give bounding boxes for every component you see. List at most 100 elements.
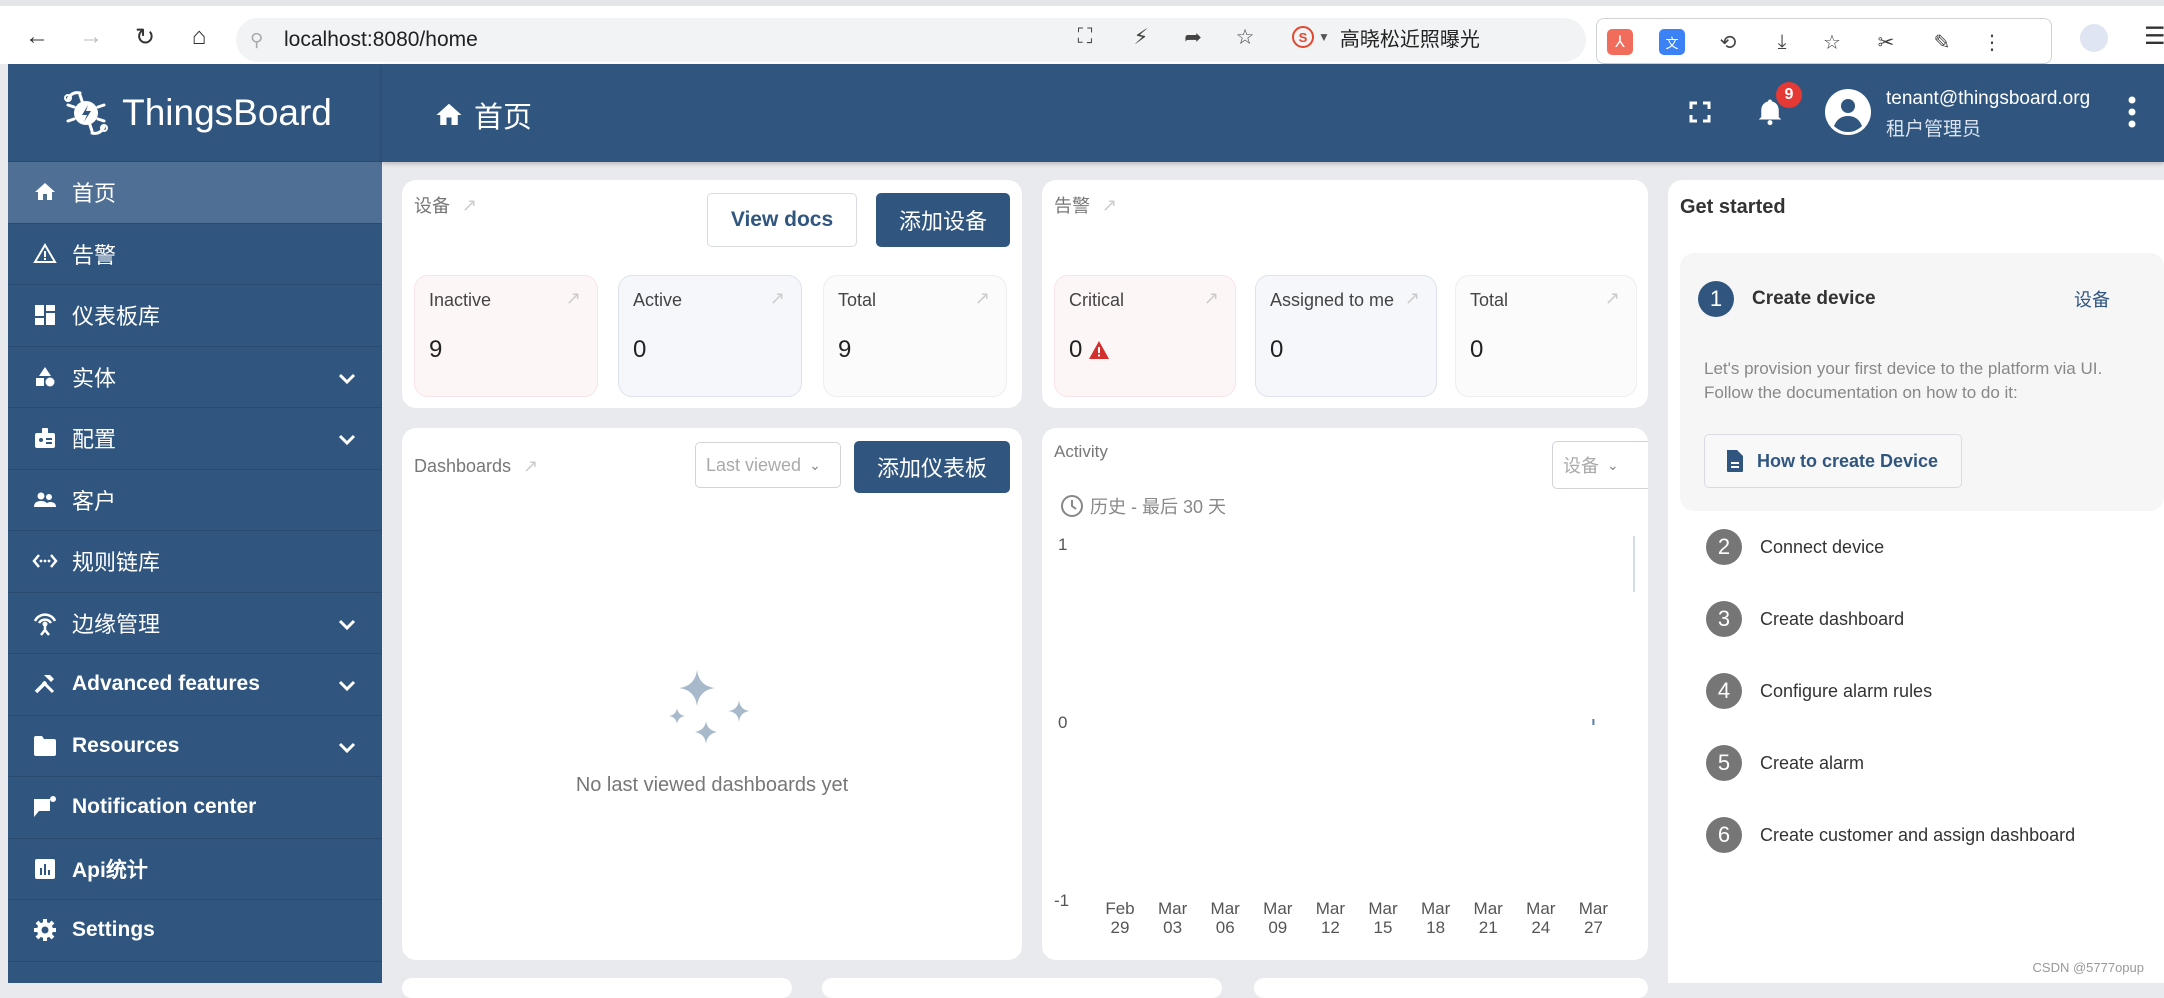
arrow-outward-icon: ↗ bbox=[770, 288, 785, 309]
step-1[interactable]: 1 Create device bbox=[1698, 281, 1876, 317]
url-text[interactable]: localhost:8080/home bbox=[284, 28, 478, 52]
add-device-button[interactable]: 添加设备 bbox=[876, 193, 1010, 247]
share-icon[interactable]: ➦ bbox=[1176, 20, 1210, 54]
translate-ext-icon[interactable]: 文 bbox=[1659, 29, 1685, 55]
page-title: 首页 bbox=[434, 94, 532, 136]
bottom-card-3 bbox=[1254, 978, 1648, 998]
sidebar-item-advanced-features[interactable]: Advanced features bbox=[8, 654, 382, 716]
sidebar-item-label: 实体 bbox=[72, 361, 116, 393]
user-info[interactable]: tenant@thingsboard.org 租户管理员 bbox=[1886, 88, 2090, 141]
home-icon[interactable]: ⌂ bbox=[184, 22, 214, 52]
bolt-icon[interactable]: ⚡ bbox=[1124, 20, 1158, 54]
add-dashboard-button[interactable]: 添加仪表板 bbox=[854, 441, 1010, 493]
sidebar-item-label: 规则链库 bbox=[72, 545, 160, 577]
sidebar-item-customers[interactable]: 客户 bbox=[8, 470, 382, 532]
chevron-down-icon[interactable] bbox=[336, 367, 358, 389]
x-tick-label: Feb29 bbox=[1105, 899, 1134, 937]
device-stat-inactive[interactable]: Inactive↗ 9 bbox=[414, 275, 598, 397]
alarm-stat-total[interactable]: Total↗ 0 bbox=[1455, 275, 1637, 397]
sidebar-item-notification-center[interactable]: Notification center bbox=[8, 777, 382, 839]
alarm-stat-critical[interactable]: Critical↗ 0 bbox=[1054, 275, 1236, 397]
sidebar-item-dashboards[interactable]: 仪表板库 bbox=[8, 285, 382, 347]
sign-icon[interactable]: ✎ bbox=[1927, 27, 1957, 57]
bookmark-add-icon[interactable]: ☆ bbox=[1228, 20, 1262, 54]
bottom-card-2 bbox=[822, 978, 1222, 998]
step-3[interactable]: 3Create dashboard bbox=[1706, 601, 1904, 637]
chevron-down-icon: ⌄ bbox=[809, 457, 821, 474]
analytics-icon bbox=[32, 856, 58, 882]
open-in-new-icon: ↗ bbox=[1102, 195, 1117, 216]
sidebar-item-alarms[interactable]: 告警 bbox=[8, 224, 382, 286]
download-icon[interactable]: ⤓ bbox=[1767, 27, 1797, 57]
profile-avatar[interactable] bbox=[2080, 24, 2108, 52]
view-docs-button[interactable]: View docs bbox=[707, 193, 857, 247]
x-tick-label: Mar27 bbox=[1579, 899, 1609, 937]
user-avatar-icon[interactable] bbox=[1824, 88, 1872, 136]
x-tick-label: Mar12 bbox=[1316, 899, 1346, 937]
star-icon[interactable]: ☆ bbox=[1817, 27, 1847, 57]
alarm-stat-assigned[interactable]: Assigned to me↗ 0 bbox=[1255, 275, 1437, 397]
step-5[interactable]: 5Create alarm bbox=[1706, 745, 1864, 781]
y-tick-label: 1 bbox=[1058, 535, 1067, 554]
activity-chart: 10-1Feb29Mar03Mar06Mar09Mar12Mar15Mar18M… bbox=[1042, 528, 1648, 958]
sidebar-item-edge-management[interactable]: 边缘管理 bbox=[8, 593, 382, 655]
suggestion-text: 高晓松近照曝光 bbox=[1340, 23, 1480, 52]
data-point bbox=[1382, 719, 1384, 725]
home-icon bbox=[434, 100, 464, 130]
search-suggestion[interactable]: S ▼ 高晓松近照曝光 bbox=[1292, 20, 1480, 54]
more-icon[interactable]: ⋮ bbox=[1977, 27, 2007, 57]
more-vert-icon[interactable] bbox=[2122, 92, 2142, 132]
scissors-icon[interactable]: ✂ bbox=[1871, 27, 1901, 57]
data-point bbox=[1329, 719, 1331, 725]
data-point bbox=[1172, 719, 1174, 725]
alarms-card: 告警↗ Critical↗ 0 Assigned to me↗ 0 Total↗… bbox=[1042, 180, 1648, 408]
fullscreen-icon bbox=[1688, 100, 1712, 124]
menu-icon[interactable]: ☰ bbox=[2144, 22, 2164, 51]
sidebar-item-resources[interactable]: Resources bbox=[8, 716, 382, 778]
timewindow-button[interactable]: 历史 - 最后 30 天 bbox=[1060, 493, 1226, 519]
history-icon[interactable]: ⟲ bbox=[1713, 27, 1743, 57]
sidebar-item-label: Notification center bbox=[72, 795, 256, 819]
data-point bbox=[1435, 719, 1437, 725]
step-2[interactable]: 2Connect device bbox=[1706, 529, 1884, 565]
sidebar-item-entities[interactable]: 实体 bbox=[8, 347, 382, 409]
app-header: 首页 9 tenant@thingsboard.org 租户管理员 bbox=[382, 64, 2164, 162]
brand-logo[interactable]: ThingsBoard bbox=[8, 64, 382, 162]
data-point bbox=[1224, 719, 1226, 725]
forward-icon[interactable]: → bbox=[76, 22, 106, 52]
chat-notification-icon bbox=[32, 794, 58, 820]
data-point bbox=[1592, 719, 1594, 725]
step-6[interactable]: 6Create customer and assign dashboard bbox=[1706, 817, 2075, 853]
activity-entity-select[interactable]: 设备⌄ bbox=[1552, 441, 1648, 489]
devices-card-title[interactable]: 设备↗ bbox=[414, 192, 477, 218]
chevron-down-icon[interactable] bbox=[336, 674, 358, 696]
shapes-icon bbox=[32, 364, 58, 390]
sidebar-item-label: Settings bbox=[72, 918, 155, 942]
thingsboard-logo-icon bbox=[58, 85, 114, 141]
x-tick-label: Mar15 bbox=[1368, 899, 1398, 937]
chevron-down-icon[interactable] bbox=[336, 613, 358, 635]
reload-icon[interactable]: ↻ bbox=[130, 22, 160, 52]
dashboards-card: Dashboards↗ Last viewed⌄ 添加仪表板 No last v… bbox=[402, 428, 1022, 960]
device-stat-active[interactable]: Active↗ 0 bbox=[618, 275, 802, 397]
step-4[interactable]: 4Configure alarm rules bbox=[1706, 673, 1932, 709]
pdf-icon[interactable]: ⅄ bbox=[1607, 29, 1633, 55]
router-icon bbox=[32, 610, 58, 636]
how-to-create-device-button[interactable]: How to create Device bbox=[1704, 434, 1962, 488]
device-stat-total[interactable]: Total↗ 9 bbox=[823, 275, 1007, 397]
sidebar-item-settings[interactable]: Settings bbox=[8, 900, 382, 962]
alarms-card-title[interactable]: 告警↗ bbox=[1054, 192, 1117, 218]
sidebar-item-api-usage[interactable]: Api统计 bbox=[8, 839, 382, 901]
fullscreen-button[interactable] bbox=[1682, 94, 1718, 130]
back-icon[interactable]: ← bbox=[22, 22, 52, 52]
translate-icon[interactable]: ⛶ bbox=[1068, 20, 1102, 54]
chevron-down-icon[interactable] bbox=[336, 428, 358, 450]
sidebar-item-home[interactable]: 首页 bbox=[8, 162, 382, 224]
dashboards-card-title[interactable]: Dashboards↗ bbox=[414, 456, 538, 477]
sidebar-item-profiles[interactable]: 配置 bbox=[8, 408, 382, 470]
sidebar-item-rule-chains[interactable]: 规则链库 bbox=[8, 531, 382, 593]
chevron-down-icon[interactable] bbox=[336, 736, 358, 758]
step-1-devices-link[interactable]: 设备 bbox=[2074, 286, 2110, 312]
dashboard-filter-select[interactable]: Last viewed⌄ bbox=[695, 442, 841, 488]
arrow-outward-icon: ↗ bbox=[1204, 288, 1219, 309]
